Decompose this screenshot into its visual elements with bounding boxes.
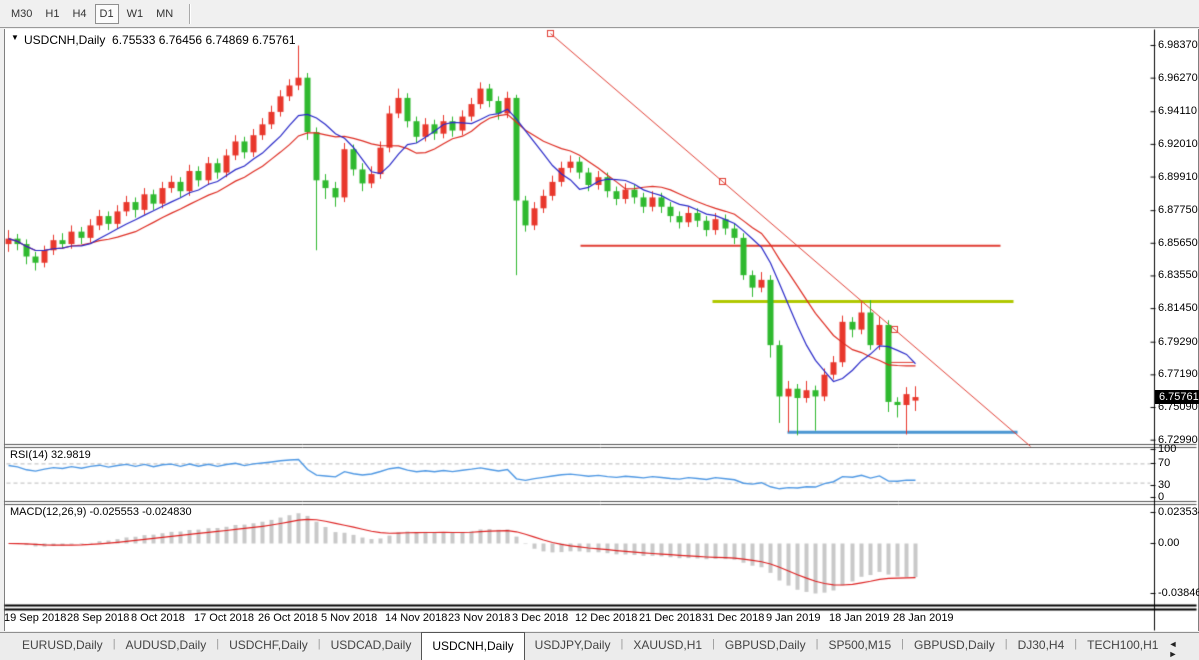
chart-title: USDCNH,Daily 6.75533 6.76456 6.74869 6.7… (24, 33, 296, 47)
rsi-indicator-label: RSI(14) 32.9819 (10, 449, 91, 461)
date-axis-label: 9 Jan 2019 (766, 612, 820, 624)
price-axis-label: 6.92010 (1158, 138, 1198, 150)
date-axis-label: 5 Nov 2018 (321, 612, 377, 624)
date-axis-label: 3 Dec 2018 (512, 612, 568, 624)
tab-scroll-arrows[interactable]: ◄ ► (1168, 633, 1199, 660)
chart-tab-tech100-11[interactable]: TECH100,H1 (1077, 633, 1168, 660)
rsi-axis-label: 0 (1158, 491, 1164, 503)
date-axis-label: 28 Sep 2018 (67, 612, 129, 624)
date-axis-label: 21 Dec 2018 (639, 612, 701, 624)
rsi-axis-label: 70 (1158, 457, 1170, 469)
chart-tab-dj30-10[interactable]: DJ30,H4 (1008, 633, 1075, 660)
chart-tab-xauusd-6[interactable]: XAUUSD,H1 (623, 633, 712, 660)
macd-axis-label: 0.00 (1158, 537, 1179, 549)
date-axis-label: 12 Dec 2018 (575, 612, 637, 624)
rsi-axis-label: 100 (1158, 443, 1176, 455)
chart-tab-usdcad-3[interactable]: USDCAD,Daily (321, 633, 422, 660)
chart-tab-sp500-8[interactable]: SP500,M15 (818, 633, 901, 660)
date-axis-label: 26 Oct 2018 (258, 612, 318, 624)
chart-canvas[interactable] (0, 0, 1199, 660)
date-axis-label: 23 Nov 2018 (448, 612, 510, 624)
chart-tab-usdjpy-5[interactable]: USDJPY,Daily (525, 633, 621, 660)
chart-tab-usdchf-2[interactable]: USDCHF,Daily (219, 633, 318, 660)
price-axis-label: 6.98370 (1158, 39, 1198, 51)
price-axis-label: 6.89910 (1158, 171, 1198, 183)
date-axis-label: 14 Nov 2018 (385, 612, 447, 624)
chart-symbol-label: USDCNH,Daily (24, 33, 105, 47)
price-axis-label: 6.83550 (1158, 269, 1198, 281)
date-axis-label: 8 Oct 2018 (131, 612, 185, 624)
date-axis-label: 18 Jan 2019 (829, 612, 890, 624)
price-axis-label: 6.79290 (1158, 336, 1198, 348)
macd-axis-label: 0.023534 (1158, 506, 1199, 518)
date-axis-label: 19 Sep 2018 (4, 612, 66, 624)
chart-tab-gbpusd-9[interactable]: GBPUSD,Daily (904, 633, 1005, 660)
rsi-axis-label: 30 (1158, 479, 1170, 491)
price-axis-label: 6.87750 (1158, 204, 1198, 216)
date-axis-label: 17 Oct 2018 (194, 612, 254, 624)
price-axis-label: 6.94110 (1158, 105, 1197, 117)
price-axis-label: 6.77190 (1158, 368, 1198, 380)
chart-tab-gbpusd-7[interactable]: GBPUSD,Daily (715, 633, 816, 660)
chart-tab-eurusd-0[interactable]: EURUSD,Daily (12, 633, 113, 660)
chart-ohlc-values: 6.75533 6.76456 6.74869 6.75761 (112, 33, 296, 47)
date-axis-label: 31 Dec 2018 (702, 612, 764, 624)
price-axis-label: 6.96270 (1158, 72, 1198, 84)
price-axis-label: 6.81450 (1158, 302, 1198, 314)
macd-axis-label: -0.038466 (1158, 587, 1199, 599)
macd-indicator-label: MACD(12,26,9) -0.025553 -0.024830 (10, 506, 192, 518)
chart-tab-usdcnh-4[interactable]: USDCNH,Daily (421, 632, 524, 660)
price-axis-label: 6.85650 (1158, 237, 1198, 249)
date-axis-label: 28 Jan 2019 (893, 612, 954, 624)
chart-tab-bar: EURUSD,Daily|AUDUSD,Daily|USDCHF,Daily|U… (0, 632, 1199, 660)
current-price-tag: 6.75761 (1155, 390, 1199, 404)
symbol-dropdown-icon[interactable]: ▼ (11, 33, 19, 42)
chart-tab-audusd-1[interactable]: AUDUSD,Daily (116, 633, 217, 660)
